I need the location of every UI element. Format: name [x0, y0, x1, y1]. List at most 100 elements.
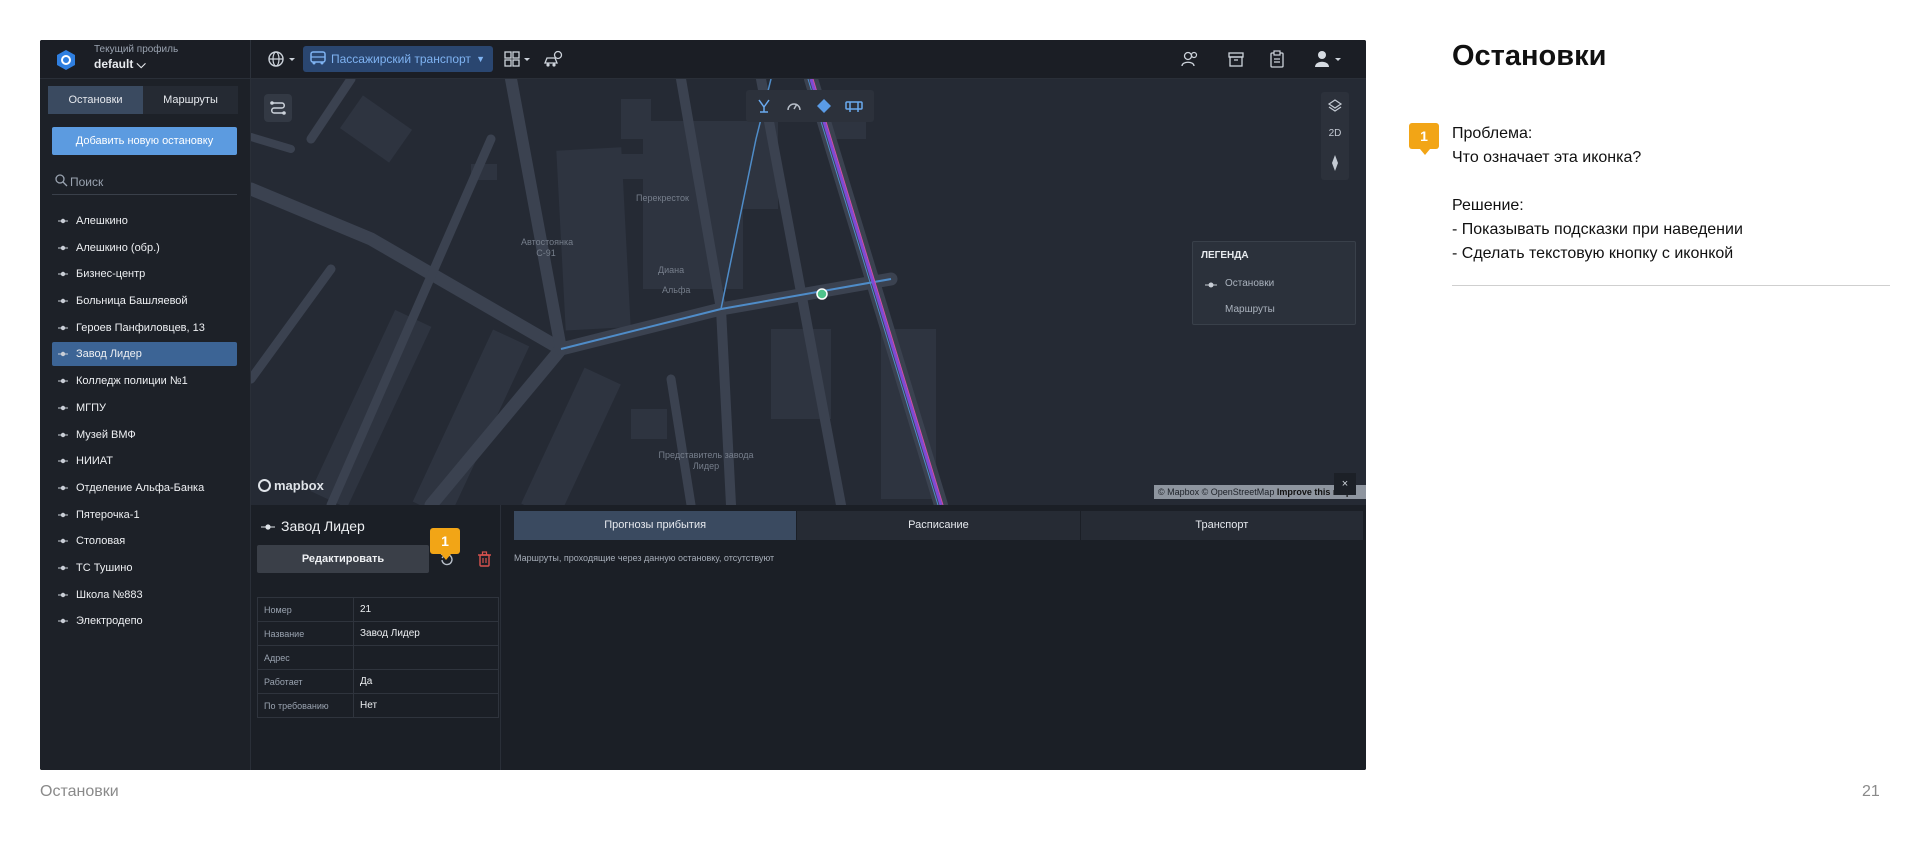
search-input[interactable]: Поиск [52, 173, 237, 195]
globe-icon[interactable] [266, 49, 298, 69]
map-toolbar [746, 90, 874, 122]
stop-icon [58, 539, 68, 544]
list-item[interactable]: ТС Тушино [52, 556, 237, 580]
tab-schedule[interactable]: Расписание [797, 511, 1081, 540]
page-number: 21 [1862, 783, 1880, 800]
stop-icon [58, 378, 68, 384]
stop-name: Столовая [76, 535, 126, 548]
stop-icon [261, 524, 275, 530]
tab-routes[interactable]: Маршруты [143, 86, 238, 114]
legend-stops: Остановки [1225, 278, 1275, 289]
table-row: Адрес [257, 645, 499, 670]
trash-icon[interactable] [477, 551, 492, 567]
stop-name: Колледж полиции №1 [76, 375, 188, 388]
layout-grid-icon[interactable] [502, 49, 534, 69]
stop-icon [58, 619, 68, 624]
stop-list: Алешкино Алешкино (обр.) Бизнес-центр Бо… [52, 209, 237, 636]
divider [250, 40, 251, 79]
map-label: Альфа [662, 285, 691, 295]
list-item[interactable]: Алешкино [52, 209, 237, 233]
property-key: По требованию [257, 693, 354, 718]
list-item[interactable]: Больница Башляевой [52, 289, 237, 313]
vehicle-settings-icon[interactable] [542, 49, 564, 69]
list-item[interactable]: Героев Панфиловцев, 13 [52, 316, 237, 340]
app-screenshot: Текущий профиль default ⌵ Пассажирский т… [40, 40, 1366, 770]
profile-label: Текущий профиль [94, 44, 179, 55]
archive-icon[interactable] [1226, 49, 1246, 69]
list-item[interactable]: НИИАТ [52, 449, 237, 473]
list-item[interactable]: Пятерочка-1 [52, 503, 237, 527]
compass-icon[interactable] [1321, 154, 1349, 172]
edit-button[interactable]: Редактировать [257, 545, 429, 573]
route-toggle-button[interactable] [264, 94, 292, 122]
profile-value: default ⌵ [94, 57, 146, 71]
stop-icon [1205, 282, 1217, 288]
tab-transport[interactable]: Транспорт [1081, 511, 1364, 540]
stop-name: Бизнес-центр [76, 268, 146, 281]
list-item[interactable]: Отделение Альфа-Банка [52, 476, 237, 500]
list-item[interactable]: МГПУ [52, 396, 237, 420]
tab-stops[interactable]: Остановки [48, 86, 143, 114]
annotation-notes: Проблема: Что означает эта иконка? Решен… [1452, 122, 1743, 266]
speedometer-icon[interactable] [786, 98, 802, 114]
map-legend: ЛЕГЕНДА Остановки Маршруты [1192, 241, 1356, 325]
sidebar: Остановки Маршруты Добавить новую остано… [40, 79, 251, 770]
map-label: Перекресток [636, 193, 689, 203]
layers-icon[interactable] [1321, 98, 1349, 114]
map-label: Автостоянка С-91 [521, 237, 574, 258]
sidebar-tabs: Остановки Маршруты [48, 86, 238, 114]
list-item[interactable]: Колледж полиции №1 [52, 369, 237, 393]
top-bar: Текущий профиль default ⌵ Пассажирский т… [40, 40, 1366, 79]
map-2d-toggle[interactable]: 2D [1321, 128, 1349, 139]
clipboard-icon[interactable] [1267, 49, 1287, 69]
list-item[interactable]: Музей ВМФ [52, 423, 237, 447]
add-stop-button[interactable]: Добавить новую остановку [52, 127, 237, 155]
chevron-down-icon: ▼ [476, 54, 485, 64]
stop-icon [58, 298, 68, 304]
forecast-tabs: Прогнозы прибытия Расписание Транспорт [514, 511, 1364, 540]
solution-item: - Показывать подсказки при наведении [1452, 221, 1743, 238]
list-item[interactable]: Бизнес-центр [52, 262, 237, 286]
stop-name: Музей ВМФ [76, 428, 136, 441]
stop-icon [58, 565, 68, 571]
map-view-controls: 2D [1321, 92, 1349, 180]
transport-mode-dropdown[interactable]: Пассажирский транспорт ▼ [303, 46, 493, 72]
list-item[interactable]: Электродепо [52, 609, 237, 633]
stop-properties-table: Номер 21 Название Завод Лидер Адрес Работа… [257, 597, 499, 718]
list-item-selected[interactable]: Завод Лидер [52, 342, 237, 367]
table-row: По требованию Нет [257, 693, 499, 718]
property-key: Адрес [257, 645, 354, 670]
property-key: Название [257, 621, 354, 646]
stop-icon [58, 432, 68, 437]
stop-name: ТС Тушино [76, 561, 133, 574]
user-menu-icon[interactable] [1312, 49, 1346, 69]
stop-name: Электродепо [76, 615, 143, 628]
stop-name: Героев Панфиловцев, 13 [76, 321, 205, 334]
property-value: Да [353, 669, 499, 694]
app-logo-icon [57, 50, 75, 70]
list-item[interactable]: Школа №883 [52, 583, 237, 607]
stop-name: Алешкино (обр.) [76, 241, 160, 254]
traffic-icon[interactable] [844, 98, 864, 114]
stop-icon [58, 325, 68, 330]
users-icon[interactable] [1180, 49, 1200, 69]
table-row: Работает Да [257, 669, 499, 694]
routing-icon[interactable] [756, 98, 772, 114]
profile-selector[interactable]: Текущий профиль default ⌵ [94, 44, 178, 72]
stop-name: Школа №883 [76, 588, 143, 601]
footer-section-name: Остановки [40, 783, 119, 800]
map-view[interactable]: Перекресток Автостоянка С-91 Диана Альфа… [251, 79, 1366, 505]
direction-sign-icon[interactable] [816, 98, 832, 114]
list-item[interactable]: Алешкино (обр.) [52, 236, 237, 260]
table-row: Название Завод Лидер [257, 621, 499, 646]
map-label: Диана [658, 265, 685, 275]
tab-arrival-forecast[interactable]: Прогнозы прибытия [514, 511, 798, 540]
stop-icon [58, 218, 68, 224]
stop-name: НИИАТ [76, 455, 113, 468]
search-icon [55, 174, 68, 187]
stop-title: Завод Лидер [281, 518, 365, 534]
list-item[interactable]: Столовая [52, 529, 237, 553]
close-button[interactable]: × [1334, 473, 1356, 495]
empty-state-text: Маршруты, проходящие через данную остано… [514, 553, 775, 563]
legend-title: ЛЕГЕНДА [1201, 250, 1249, 261]
